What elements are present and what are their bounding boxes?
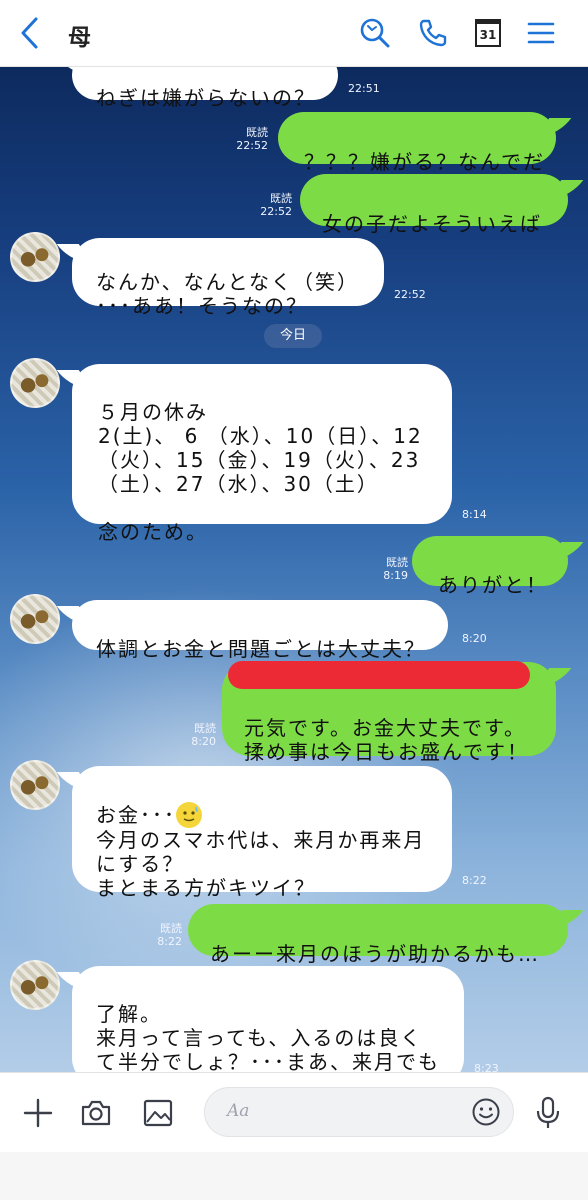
chat-header: 母 31 [0, 0, 588, 67]
call-button[interactable] [414, 14, 452, 52]
read-receipt: 既読 [270, 192, 292, 205]
avatar[interactable] [10, 960, 60, 1010]
add-button[interactable] [18, 1093, 58, 1133]
message-text: 女の子だよそういえば [322, 212, 542, 236]
message-meta: 既読 22:52 [252, 192, 292, 218]
message-bubble[interactable]: 了解。 来月って言っても、入るのは良く て半分でしょ？･･･まあ、来月でも 再来… [72, 966, 464, 1072]
message-bubble[interactable]: あーー来月のほうが助かるかも… [188, 904, 568, 966]
date-divider: 今日 [264, 324, 322, 348]
message-time: 22:52 [260, 205, 292, 218]
menu-button[interactable] [522, 14, 560, 52]
message-time: 8:22 [157, 935, 182, 948]
avatar[interactable] [10, 594, 60, 644]
message-text: ５月の休み 2(土)、 6 （水）、10（日）、12 （火）、15（金）、19（… [98, 400, 423, 544]
chat-area[interactable]: ねぎは嫌がらないの？ 22:51 既読 22:52 ？？？嫌がる？なんでだ 既読… [0, 66, 588, 1072]
message-time: 8:23 [474, 1062, 499, 1072]
message-bubble[interactable]: 体調とお金と問題ごとは大丈夫？ [72, 600, 448, 661]
message-time: 22:52 [394, 288, 426, 301]
read-receipt: 既読 [160, 922, 182, 935]
message-input-placeholder: Aa [227, 1101, 250, 1121]
emoji-icon[interactable] [471, 1097, 501, 1127]
read-receipt: 既読 [246, 126, 268, 139]
message-bubble[interactable]: 女の子だよそういえば [300, 174, 568, 236]
microphone-icon [536, 1096, 560, 1128]
message-time: 8:20 [462, 632, 487, 645]
message-text: あーー来月のほうが助かるかも… [210, 942, 540, 966]
message-time: 22:51 [348, 82, 380, 95]
read-receipt: 既読 [386, 556, 408, 569]
search-icon [360, 18, 390, 48]
read-receipt: 既読 [194, 722, 216, 735]
image-button[interactable] [138, 1093, 178, 1133]
image-icon [143, 1099, 173, 1127]
message-text: 了解。 来月って言っても、入るのは良く て半分でしょ？･･･まあ、来月でも 再来… [96, 1002, 440, 1072]
message-time: 8:14 [462, 508, 487, 521]
message-bubble[interactable]: ？？？嫌がる？なんでだ [278, 112, 556, 174]
message-input[interactable]: Aa [204, 1087, 514, 1137]
menu-icon [527, 22, 555, 44]
message-bubble[interactable]: ５月の休み 2(土)、 6 （水）、10（日）、12 （火）、15（金）、19（… [72, 364, 452, 544]
avatar[interactable] [10, 358, 60, 408]
message-text: ありがと！ [438, 573, 548, 597]
camera-button[interactable] [76, 1093, 116, 1133]
message-bubble[interactable]: なんか、なんとなく（笑） ･･･ああ！そうなの？ [72, 238, 384, 318]
calendar-day: 31 [479, 27, 497, 42]
chat-title: 母 [68, 25, 91, 51]
message-meta: 既読 8:20 [176, 722, 216, 748]
back-chevron-icon [21, 17, 38, 49]
message-bubble[interactable]: ねぎは嫌がらないの？ [72, 66, 338, 110]
message-time: 8:22 [462, 874, 487, 887]
sweat-smile-emoji-icon [176, 802, 202, 828]
message-time: 8:20 [191, 735, 216, 748]
message-bubble[interactable]: ありがと！ [412, 536, 568, 597]
message-time: 8:19 [383, 569, 408, 582]
calendar-button[interactable]: 31 [469, 14, 507, 52]
message-text: 今月のスマホ代は、来月か再来月 にする？ まとまる方がキツイ？ [96, 828, 426, 900]
message-text: ねぎは嫌がらないの？ [96, 86, 316, 110]
search-button[interactable] [356, 14, 394, 52]
avatar[interactable] [10, 760, 60, 810]
message-text: 元気です。お金大丈夫です。 揉め事は今日もお盛んです！ [244, 716, 529, 764]
camera-icon [81, 1100, 111, 1126]
system-nav-bar [0, 1152, 588, 1200]
message-text: お金･･･ [96, 803, 176, 827]
message-meta: 既読 8:22 [142, 922, 182, 948]
message-text: なんか、なんとなく（笑） ･･･ああ！そうなの？ [96, 270, 359, 318]
voice-button[interactable] [528, 1093, 568, 1133]
plus-icon [23, 1098, 53, 1128]
message-text: ？？？嫌がる？なんでだ [304, 150, 545, 174]
message-meta: 既読 22:52 [228, 126, 268, 152]
input-bar: Aa [0, 1072, 588, 1153]
message-meta: 既読 8:19 [368, 556, 408, 582]
redaction-mark [228, 661, 530, 689]
back-button[interactable] [10, 14, 48, 52]
message-time: 22:52 [236, 139, 268, 152]
avatar[interactable] [10, 232, 60, 282]
phone-icon [419, 19, 447, 47]
message-text: 体調とお金と問題ごとは大丈夫？ [96, 637, 426, 661]
message-bubble[interactable]: お金･･･ 今月のスマホ代は、来月か再来月 にする？ まとまる方がキツイ？ [72, 766, 452, 897]
calendar-icon: 31 [475, 19, 501, 47]
